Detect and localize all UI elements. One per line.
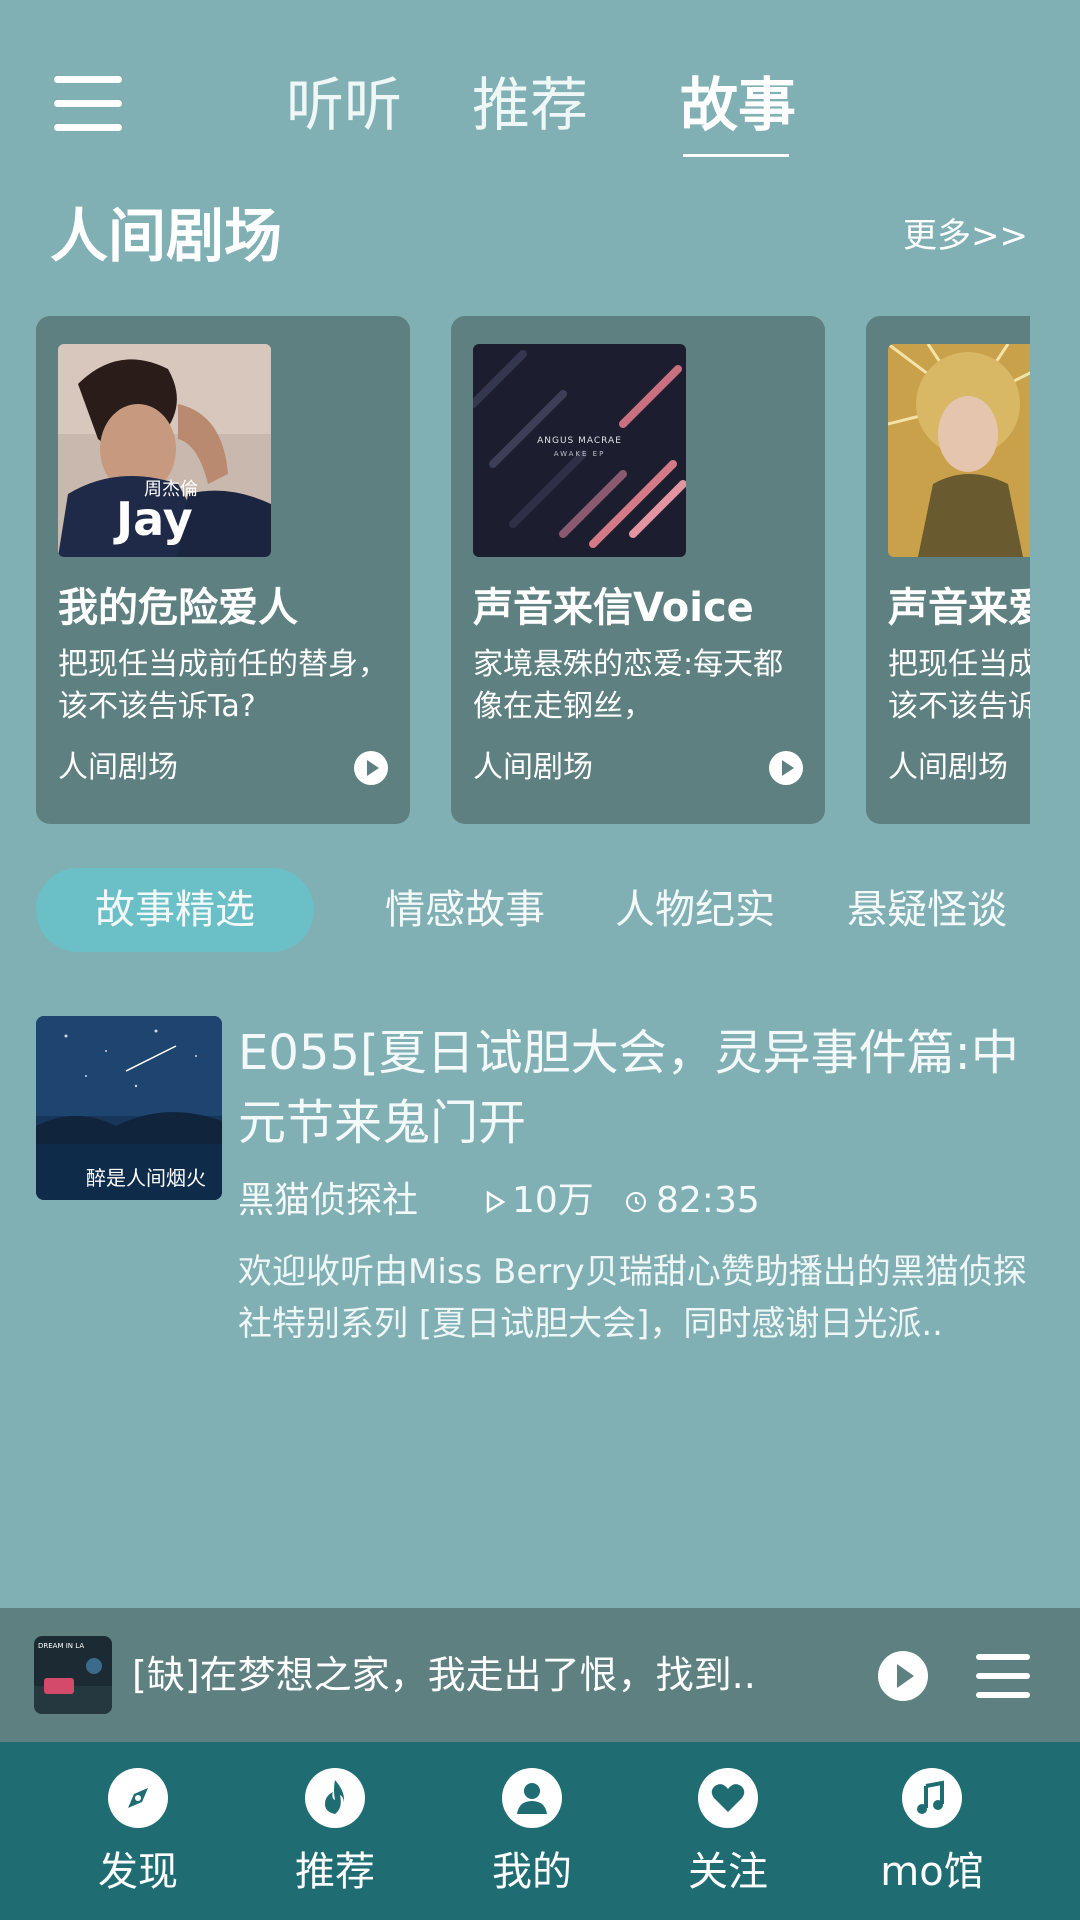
card-category: 人间剧场: [473, 750, 593, 785]
story-title[interactable]: E055[夏日试胆大会，灵异事件篇:中元节来鬼门开: [238, 1018, 1038, 1158]
top-header: 听听 推荐 故事: [0, 0, 1080, 180]
nav-label: 关注: [688, 1849, 768, 1895]
nav-mo-hall[interactable]: mo馆: [842, 1742, 1022, 1920]
story-author[interactable]: 黑猫侦探社: [238, 1176, 418, 1226]
theater-card[interactable]: 声音来爱 把现任当成前任的替身，该不该告诉 人间剧场: [866, 316, 1030, 824]
card-cover-image: Jay 周杰倫: [58, 344, 271, 557]
card-cover-image: [888, 344, 1030, 557]
music-note-icon: [902, 1768, 962, 1828]
nav-recommend[interactable]: 推荐: [245, 1742, 425, 1920]
menu-icon[interactable]: [54, 76, 122, 132]
story-meta: 黑猫侦探社 10万 82:35: [238, 1176, 1058, 1226]
category-mystery[interactable]: 悬疑怪谈: [832, 868, 1022, 952]
nav-label: 我的: [492, 1849, 572, 1895]
cover-title-text: ANGUS MACRAE: [537, 436, 622, 446]
player-cover-image: DREAM IN LA: [34, 1636, 112, 1714]
tab-story[interactable]: 故事: [680, 70, 796, 140]
mini-player[interactable]: DREAM IN LA [缺]在梦想之家，我走出了恨，找到..: [0, 1608, 1080, 1742]
play-icon[interactable]: [878, 1651, 928, 1701]
compass-icon: [108, 1768, 168, 1828]
player-cover-text: DREAM IN LA: [38, 1642, 85, 1650]
theater-carousel[interactable]: Jay 周杰倫 我的危险爱人 把现任当成前任的替身，该不该告诉Ta? 人间剧场: [36, 316, 1030, 826]
card-title: 声音来爱: [888, 585, 1030, 631]
play-icon[interactable]: [769, 751, 803, 785]
card-category: 人间剧场: [888, 750, 1008, 785]
player-track-title[interactable]: [缺]在梦想之家，我走出了恨，找到..: [132, 1648, 756, 1702]
category-documentary[interactable]: 人物纪实: [600, 868, 790, 952]
play-icon[interactable]: [354, 751, 388, 785]
card-category: 人间剧场: [58, 750, 178, 785]
story-cover-image[interactable]: 醉是人间烟火: [36, 1016, 222, 1200]
active-tab-indicator: [683, 154, 789, 157]
heart-icon: [698, 1768, 758, 1828]
card-description: 家境悬殊的恋爱:每天都像在走钢丝，: [473, 647, 784, 724]
play-count-icon: [484, 1176, 506, 1226]
duration: 82:35: [656, 1180, 760, 1221]
nav-discover[interactable]: 发现: [48, 1742, 228, 1920]
more-link[interactable]: 更多>>: [903, 216, 1028, 256]
nav-label: 发现: [98, 1849, 178, 1895]
nav-label: 推荐: [295, 1849, 375, 1895]
card-description: 把现任当成前任的替身，该不该告诉: [888, 647, 1030, 724]
card-title: 我的危险爱人: [58, 585, 298, 631]
playlist-icon[interactable]: [976, 1654, 1030, 1698]
nav-mine[interactable]: 我的: [442, 1742, 622, 1920]
theater-card[interactable]: ANGUS MACRAE AWAKE EP 声音来信Voice 家境悬殊的恋爱:…: [451, 316, 825, 824]
cover-subtitle-text: AWAKE EP: [553, 450, 606, 458]
clock-icon: [624, 1176, 648, 1226]
bottom-navigation: 发现 推荐 我的 关注 mo馆: [0, 1742, 1080, 1920]
category-story-selection[interactable]: 故事精选: [36, 868, 314, 952]
user-icon: [502, 1768, 562, 1828]
section-title: 人间剧场: [50, 202, 283, 270]
card-title: 声音来信Voice: [473, 585, 754, 631]
theater-card[interactable]: Jay 周杰倫 我的危险爱人 把现任当成前任的替身，该不该告诉Ta? 人间剧场: [36, 316, 410, 824]
cover-subtitle-text: 周杰倫: [144, 479, 198, 500]
card-description: 把现任当成前任的替身，该不该告诉Ta?: [58, 647, 388, 724]
nav-follow[interactable]: 关注: [638, 1742, 818, 1920]
card-cover-image: ANGUS MACRAE AWAKE EP: [473, 344, 686, 557]
play-count: 10万: [512, 1180, 594, 1221]
story-description: 欢迎收听由Miss Berry贝瑞甜心赞助播出的黑猫侦探社特别系列 [夏日试胆大…: [238, 1252, 1027, 1344]
tab-recommend[interactable]: 推荐: [472, 70, 588, 140]
tab-listen[interactable]: 听听: [286, 70, 402, 140]
flame-icon: [305, 1768, 365, 1828]
category-emotion[interactable]: 情感故事: [370, 868, 560, 952]
cover-title-text: Jay: [116, 492, 193, 546]
story-cover-text: 醉是人间烟火: [86, 1166, 206, 1190]
nav-label: mo馆: [880, 1849, 984, 1895]
